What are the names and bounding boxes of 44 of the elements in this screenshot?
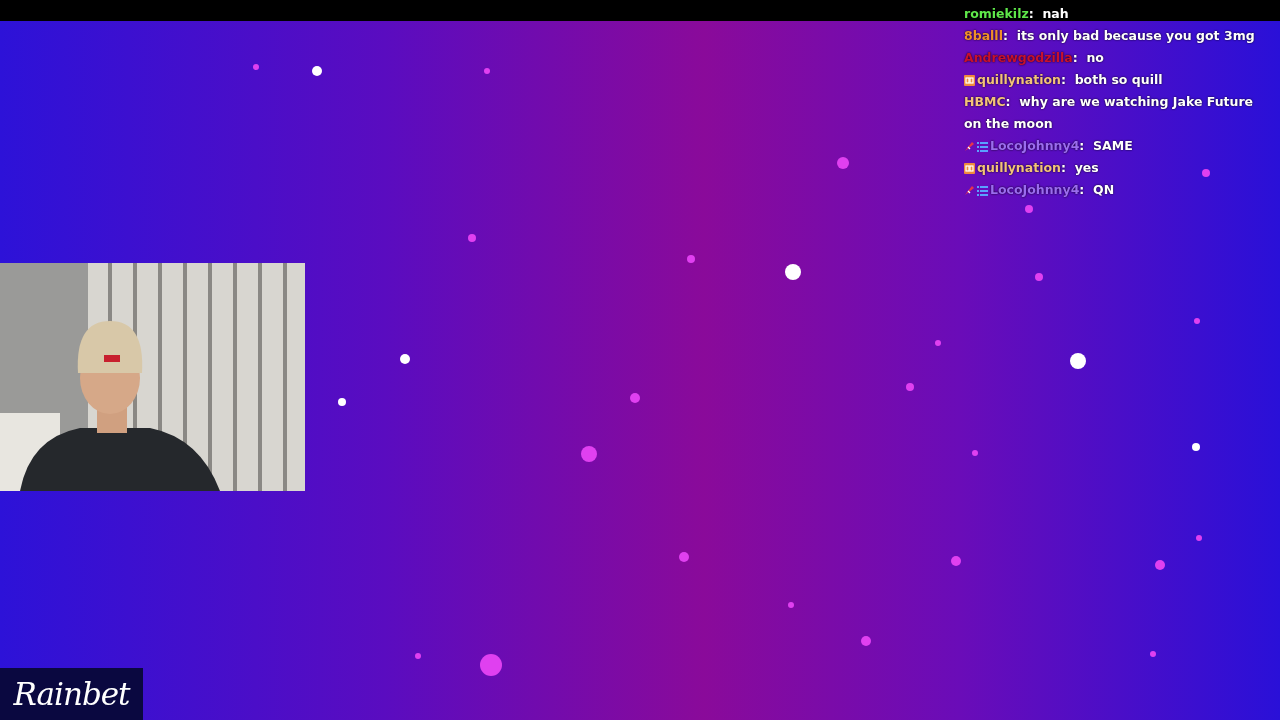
particle-dot (935, 340, 941, 346)
rocket-icon (964, 185, 975, 196)
particle-dot (630, 393, 640, 403)
particle-dot (788, 602, 794, 608)
particle-dot (951, 556, 961, 566)
chat-message: LocoJohnny4: SAME (964, 138, 1133, 153)
particle-dot (1196, 535, 1202, 541)
particle-dot (906, 383, 914, 391)
particle-dot (581, 446, 597, 462)
chat-message: LocoJohnny4: QN (964, 182, 1115, 197)
chat-message: Andrewgodzilla: no (964, 50, 1104, 65)
chat-message: quillynation: both so quill (964, 72, 1163, 87)
particle-dot (415, 653, 421, 659)
particle-dot (312, 66, 322, 76)
list-icon (977, 185, 988, 196)
particle-dot (1202, 169, 1210, 177)
particle-dot (400, 354, 410, 364)
particle-dot (468, 234, 476, 242)
chat-message: quillynation: yes (964, 160, 1099, 175)
particle-dot (1155, 560, 1165, 570)
list-icon (977, 141, 988, 152)
particle-dot (338, 398, 346, 406)
particle-dot (687, 255, 695, 263)
particle-dot (253, 64, 259, 70)
particle-dot (1194, 318, 1200, 324)
particle-dot (1025, 205, 1033, 213)
particle-dot (1070, 353, 1086, 369)
particle-dot (972, 450, 978, 456)
particle-dot (1150, 651, 1156, 657)
particle-dot (484, 68, 490, 74)
chat-message: 8balll: its only bad because you got 3mg (964, 28, 1255, 43)
rocket-icon (964, 141, 975, 152)
particle-dot (785, 264, 801, 280)
logo: Rainbet (0, 668, 143, 720)
chat-message: HBMC: why are we watching Jake Future on the moon (964, 94, 1254, 131)
particle-dot (1035, 273, 1043, 281)
og-badge-icon (964, 75, 975, 86)
particle-dot (679, 552, 689, 562)
particle-dot (837, 157, 849, 169)
particle-dot (1192, 443, 1200, 451)
chat-message: romiekilz: nah (964, 6, 1069, 21)
og-badge-icon (964, 163, 975, 174)
particle-dot (480, 654, 502, 676)
particle-dot (861, 636, 871, 646)
